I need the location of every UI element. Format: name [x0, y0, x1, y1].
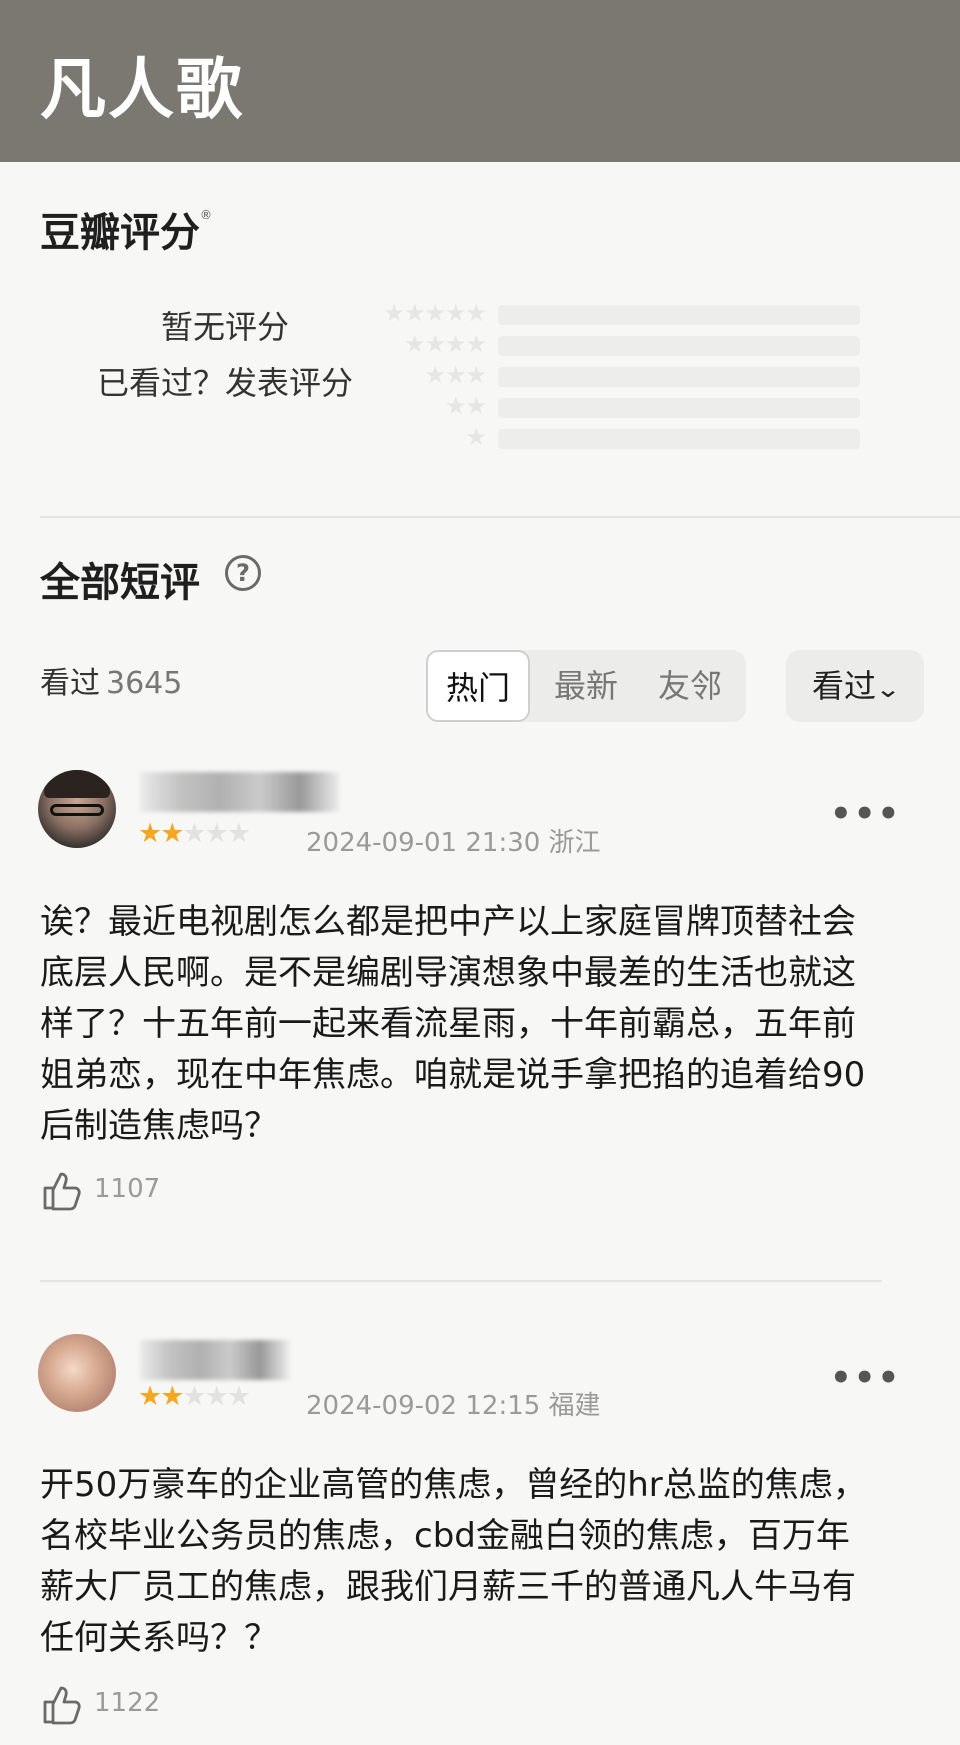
rating-distribution-row-1: ★: [350, 423, 860, 451]
more-options-icon[interactable]: •••: [830, 1358, 901, 1398]
review-meta: 2024-09-01 21:30 浙江: [306, 828, 601, 858]
watched-filter-dropdown[interactable]: 看过⌄: [786, 650, 924, 722]
section-divider: [40, 516, 960, 518]
stars-2-icon: ★★: [444, 392, 487, 420]
rating-distribution-row-3: ★★★: [350, 361, 860, 389]
post-rating-link[interactable]: 已看过？发表评分: [90, 358, 360, 404]
rating-title-text: 豆瓣评分: [40, 210, 200, 256]
star-off-icon: ★★★: [182, 818, 251, 849]
avatar[interactable]: [38, 770, 116, 848]
sort-tabs: 热门 最新 友邻: [426, 650, 746, 722]
review-text: 诶？最近电视剧怎么都是把中产以上家庭冒牌顶替社会底层人民啊。是不是编剧导演想象中…: [40, 902, 866, 1146]
review-star-rating: ★★★★★: [138, 1381, 251, 1412]
stars-3-icon: ★★★: [424, 361, 487, 389]
rating-bar-3: [498, 367, 860, 387]
stars-5-icon: ★★★★★: [383, 299, 487, 327]
review-divider: [40, 1280, 882, 1282]
rating-bar-2: [498, 398, 860, 418]
question-circle-icon[interactable]: ?: [225, 555, 261, 591]
review-meta: 2024-09-02 12:15 福建: [306, 1391, 601, 1421]
rating-bar-1: [498, 429, 860, 449]
thumbs-up-icon: [43, 1686, 81, 1725]
tab-hot[interactable]: 热门: [426, 650, 530, 722]
registered-mark: ®: [200, 208, 212, 222]
username-blurred[interactable]: [140, 772, 340, 812]
rating-distribution-row-4: ★★★★: [350, 330, 860, 358]
star-on-icon: ★★: [138, 1381, 184, 1412]
tab-friends[interactable]: 友邻: [638, 650, 742, 722]
app-header: 凡人歌: [0, 0, 960, 162]
star-on-icon: ★★: [138, 818, 184, 849]
avatar[interactable]: [38, 1334, 116, 1412]
username-blurred[interactable]: [140, 1340, 290, 1380]
star-off-icon: ★★★: [182, 1381, 251, 1412]
douban-rating-title: 豆瓣评分®: [40, 200, 212, 258]
rating-bar-5: [498, 305, 860, 325]
page-title: 凡人歌: [40, 51, 244, 128]
rating-distribution-row-5: ★★★★★: [350, 299, 860, 327]
tab-latest[interactable]: 最新: [534, 650, 638, 722]
stars-4-icon: ★★★★: [403, 330, 487, 358]
watched-label: 看过: [40, 666, 100, 701]
rating-distribution-row-2: ★★: [350, 392, 860, 420]
no-rating-text: 暂无评分: [160, 308, 289, 346]
review-text: 开50万豪车的企业高管的焦虑，曾经的hr总监的焦虑，名校毕业公务员的焦虑，cbd…: [40, 1465, 867, 1658]
stars-1-icon: ★: [465, 423, 486, 451]
all-comments-title: 全部短评: [40, 560, 200, 606]
watched-count-label: 看过 3645: [40, 658, 182, 702]
like-count: 1122: [94, 1688, 161, 1718]
filter-label: 看过: [811, 667, 876, 705]
more-options-icon[interactable]: •••: [830, 794, 901, 834]
review-star-rating: ★★★★★: [138, 818, 251, 849]
rating-bar-4: [498, 336, 860, 356]
thumbs-up-icon: [43, 1172, 81, 1211]
like-count: 1107: [94, 1174, 161, 1204]
chevron-down-icon: ⌄: [874, 675, 902, 703]
watched-count: 3645: [106, 666, 183, 701]
